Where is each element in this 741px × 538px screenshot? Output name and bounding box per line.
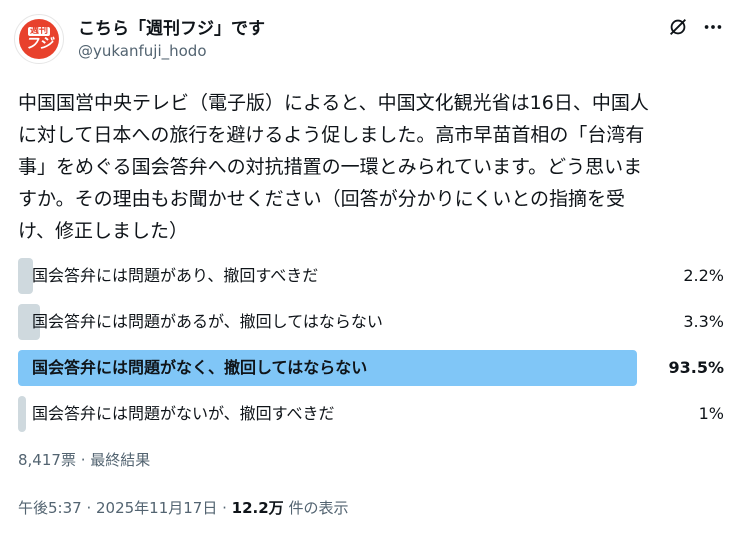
- avatar-logo-top: 週刊: [27, 26, 50, 36]
- avatar[interactable]: 週刊 フジ: [14, 14, 64, 64]
- tweet-text: 中国国営中央テレビ（電子版）によると、中国文化観光省は16日、中国人 に対して日…: [18, 92, 649, 242]
- poll-option-bar: [18, 396, 26, 432]
- poll-option-label: 国会答弁には問題があるが、撤回してはならない: [32, 312, 383, 331]
- display-name[interactable]: こちら「週刊フジ」です: [78, 14, 265, 39]
- poll-option-label: 国会答弁には問題がなく、撤回してはならない: [32, 358, 368, 377]
- poll-option-label: 国会答弁には問題があり、撤回すべきだ: [32, 266, 319, 285]
- tweet-meta: 午後5:37 · 2025年11月17日 · 12.2万 件の表示: [18, 497, 348, 518]
- more-icon[interactable]: [702, 16, 724, 38]
- views-count: 12.2万: [231, 499, 284, 517]
- timestamp[interactable]: 午後5:37 · 2025年11月17日 ·: [18, 499, 232, 517]
- poll-option[interactable]: 国会答弁には問題がなく、撤回してはならない 93.5%: [18, 350, 726, 386]
- poll-option-percent: 1%: [698, 404, 724, 423]
- poll-option-bar: [18, 258, 33, 294]
- poll: 国会答弁には問題があり、撤回すべきだ 2.2% 国会答弁には問題があるが、撤回し…: [18, 258, 726, 442]
- poll-option-label: 国会答弁には問題がないが、撤回すべきだ: [32, 404, 335, 423]
- poll-option[interactable]: 国会答弁には問題がないが、撤回すべきだ 1%: [18, 396, 726, 432]
- poll-option-percent: 3.3%: [683, 312, 724, 331]
- views-label: 件の表示: [283, 499, 349, 517]
- poll-option-percent: 2.2%: [683, 266, 724, 285]
- avatar-logo: 週刊 フジ: [19, 19, 59, 59]
- user-handle[interactable]: @yukanfuji_hodo: [78, 42, 207, 60]
- poll-vote-summary: 8,417票 · 最終結果: [18, 451, 151, 469]
- grok-icon[interactable]: [667, 16, 689, 38]
- poll-option[interactable]: 国会答弁には問題があり、撤回すべきだ 2.2%: [18, 258, 726, 294]
- poll-option-percent: 93.5%: [668, 358, 724, 377]
- avatar-logo-bottom: フジ: [25, 36, 53, 52]
- poll-option[interactable]: 国会答弁には問題があるが、撤回してはならない 3.3%: [18, 304, 726, 340]
